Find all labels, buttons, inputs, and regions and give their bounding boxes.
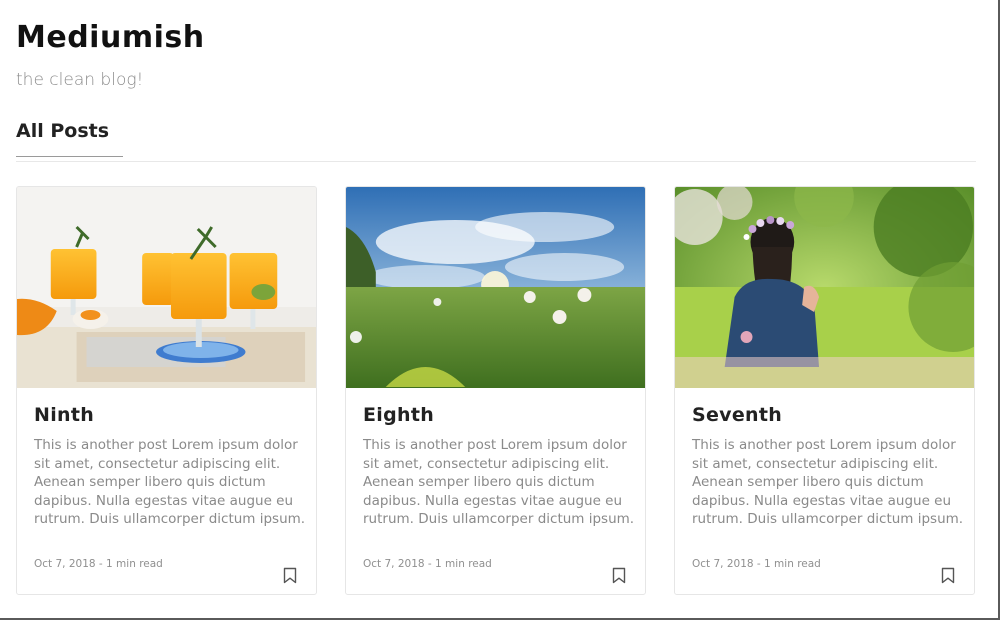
section-header: All Posts: [16, 120, 976, 162]
post-card[interactable]: Seventh This is another post Lorem ipsum…: [674, 186, 975, 595]
post-title[interactable]: Seventh: [692, 404, 782, 426]
post-excerpt: This is another post Lorem ipsum dolor s…: [692, 437, 964, 528]
post-title[interactable]: Ninth: [34, 404, 94, 426]
post-title[interactable]: Eighth: [363, 404, 434, 426]
post-excerpt: This is another post Lorem ipsum dolor s…: [34, 437, 306, 528]
post-excerpt: This is another post Lorem ipsum dolor s…: [363, 437, 635, 528]
post-meta: Oct 7, 2018 - 1 min read: [692, 558, 821, 570]
post-image-sky-meadow[interactable]: [346, 187, 645, 388]
post-meta: Oct 7, 2018 - 1 min read: [363, 558, 492, 570]
bookmark-icon[interactable]: [941, 567, 955, 584]
post-image-girl-garden[interactable]: [675, 187, 974, 388]
post-card[interactable]: Eighth This is another post Lorem ipsum …: [345, 186, 646, 595]
post-meta: Oct 7, 2018 - 1 min read: [34, 558, 163, 570]
bookmark-icon[interactable]: [612, 567, 626, 584]
site-tagline: the clean blog!: [16, 70, 144, 90]
post-grid: Ninth This is another post Lorem ipsum d…: [16, 186, 976, 596]
site-title[interactable]: Mediumish: [16, 20, 205, 55]
post-image-orange-juice[interactable]: [17, 187, 316, 388]
post-card[interactable]: Ninth This is another post Lorem ipsum d…: [16, 186, 317, 595]
section-title: All Posts: [16, 120, 124, 157]
bookmark-icon[interactable]: [283, 567, 297, 584]
